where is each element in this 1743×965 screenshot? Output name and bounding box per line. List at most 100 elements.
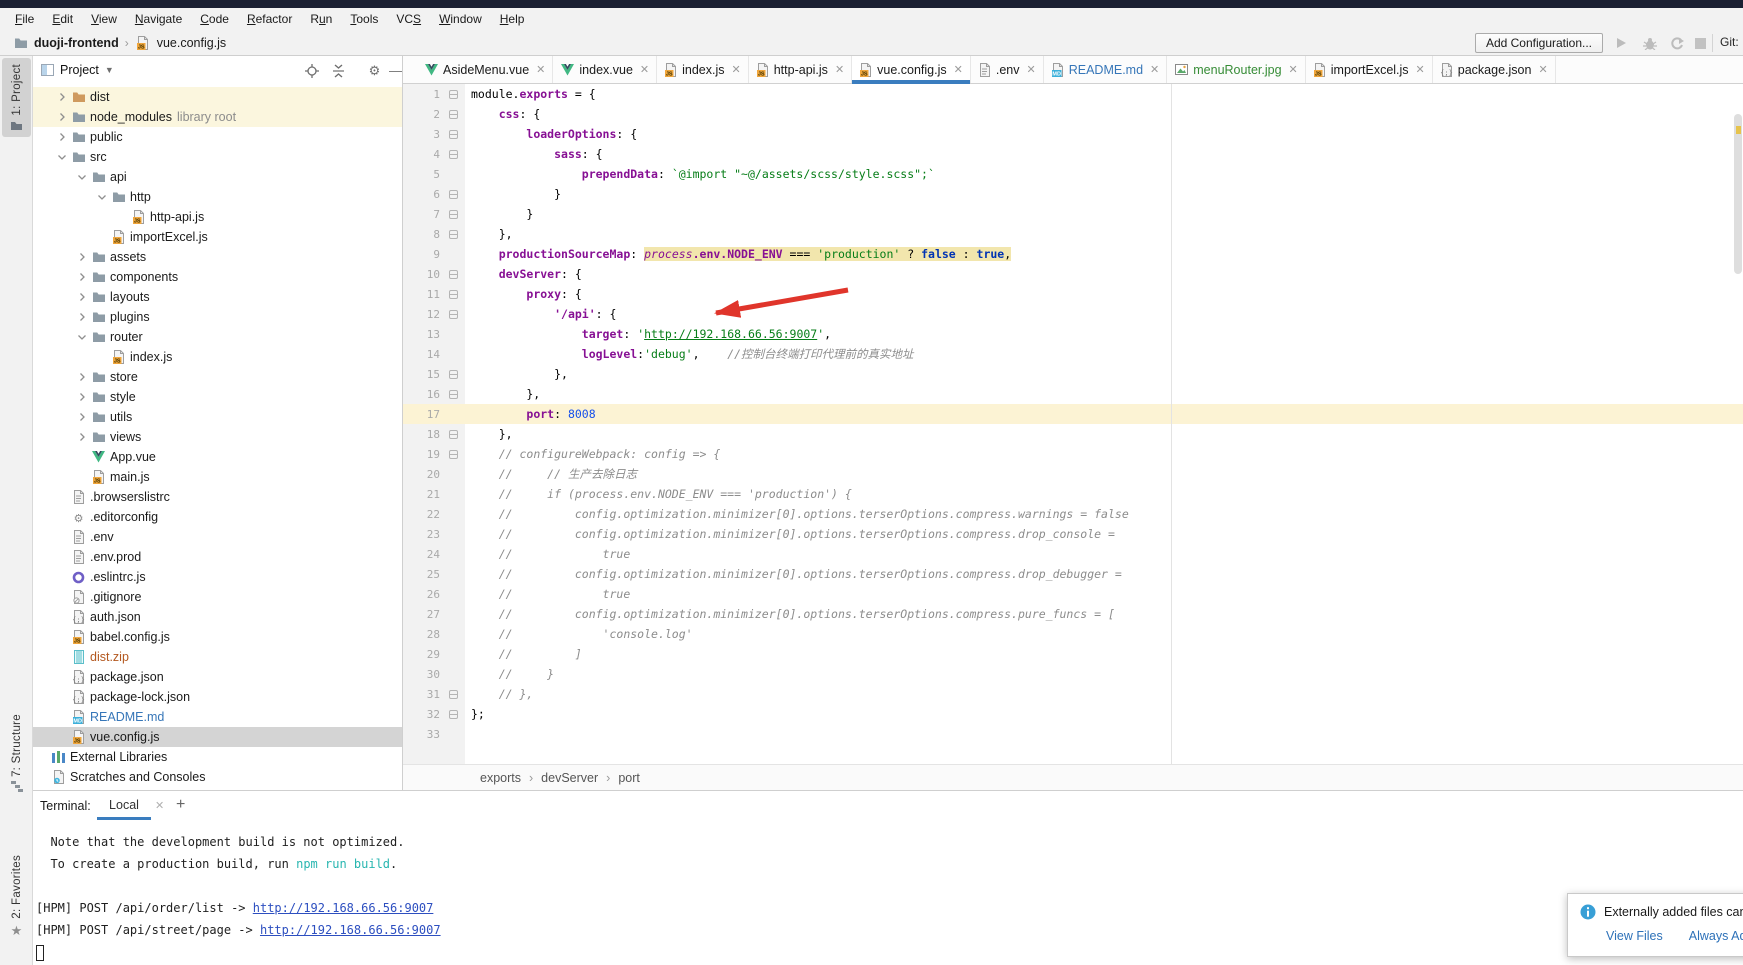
menu-refactor[interactable]: Refactor (238, 10, 301, 28)
tree-item-readme-md[interactable]: MDREADME.md (33, 707, 402, 727)
git-branch-label[interactable]: Git: (1720, 35, 1739, 49)
chevron-right-icon[interactable] (74, 429, 90, 445)
breadcrumb-port[interactable]: port (618, 771, 640, 785)
project-tree[interactable]: distnode_moduleslibrary rootpublicsrcapi… (33, 84, 402, 790)
breadcrumb-project[interactable]: duoji-frontend (34, 36, 119, 50)
close-icon[interactable]: ✕ (1150, 63, 1159, 76)
chevron-down-icon[interactable] (74, 329, 90, 345)
notification-link-view-files[interactable]: View Files (1606, 929, 1663, 943)
breadcrumb-exports[interactable]: exports (480, 771, 521, 785)
chevron-right-icon[interactable] (74, 289, 90, 305)
fold-marker-icon[interactable] (449, 310, 465, 319)
tree-item-app-vue[interactable]: App.vue (33, 447, 402, 467)
tree-item-router[interactable]: router (33, 327, 402, 347)
tree-item-http[interactable]: http (33, 187, 402, 207)
fold-marker-icon[interactable] (449, 190, 465, 199)
chevron-right-icon[interactable] (74, 389, 90, 405)
tree-item--env-prod[interactable]: .env.prod (33, 547, 402, 567)
tree-item-src[interactable]: src (33, 147, 402, 167)
close-icon[interactable]: ✕ (835, 63, 844, 76)
new-terminal-icon[interactable]: + (176, 796, 185, 814)
menu-tools[interactable]: Tools (341, 10, 387, 28)
locate-file-icon[interactable] (303, 62, 320, 79)
tree-item-package-lock-json[interactable]: {;}package-lock.json (33, 687, 402, 707)
chevron-right-icon[interactable] (74, 249, 90, 265)
fold-marker-icon[interactable] (449, 270, 465, 279)
tree-item-scratches-and-consoles[interactable]: Scratches and Consoles (33, 767, 402, 787)
tree-item-public[interactable]: public (33, 127, 402, 147)
tool-stripe-project-button[interactable]: 1: Project (2, 58, 31, 137)
menu-edit[interactable]: Edit (43, 10, 82, 28)
tree-item--browserslistrc[interactable]: .browserslistrc (33, 487, 402, 507)
terminal-url-link[interactable]: http://192.168.66.56:9007 (253, 901, 434, 915)
close-icon[interactable]: ✕ (954, 63, 963, 76)
tab-menurouter-jpg[interactable]: menuRouter.jpg✕ (1167, 56, 1305, 83)
tree-item-node-modules[interactable]: node_moduleslibrary root (33, 107, 402, 127)
tree-item-layouts[interactable]: layouts (33, 287, 402, 307)
menu-vcs[interactable]: VCS (387, 10, 430, 28)
close-icon[interactable]: ✕ (640, 63, 649, 76)
tab-index-js[interactable]: JSindex.js✕ (657, 56, 749, 83)
terminal-url-link[interactable]: http://192.168.66.56:9007 (260, 923, 441, 937)
tree-item-dist-zip[interactable]: dist.zip (33, 647, 402, 667)
fold-marker-icon[interactable] (449, 290, 465, 299)
tree-item-store[interactable]: store (33, 367, 402, 387)
fold-marker-icon[interactable] (449, 130, 465, 139)
tree-item-plugins[interactable]: plugins (33, 307, 402, 327)
fold-marker-icon[interactable] (449, 230, 465, 239)
close-icon[interactable]: ✕ (155, 799, 164, 812)
close-icon[interactable]: ✕ (1289, 63, 1298, 76)
fold-marker-icon[interactable] (449, 690, 465, 699)
tree-item-http-api-js[interactable]: JShttp-api.js (33, 207, 402, 227)
terminal-output[interactable]: Note that the development build is not o… (33, 821, 1743, 965)
editor-scrollbar[interactable] (1734, 114, 1742, 274)
close-icon[interactable]: ✕ (1027, 63, 1036, 76)
tab-http-api-js[interactable]: JShttp-api.js✕ (749, 56, 852, 83)
chevron-right-icon[interactable] (74, 269, 90, 285)
chevron-right-icon[interactable] (54, 109, 70, 125)
tree-item--editorconfig[interactable]: ⚙.editorconfig (33, 507, 402, 527)
tree-item-api[interactable]: api (33, 167, 402, 187)
menu-help[interactable]: Help (491, 10, 534, 28)
notification-link-always-add[interactable]: Always Add (1689, 929, 1743, 943)
fold-marker-icon[interactable] (449, 110, 465, 119)
menu-code[interactable]: Code (191, 10, 238, 28)
fold-marker-icon[interactable] (449, 710, 465, 719)
add-configuration-button[interactable]: Add Configuration... (1475, 33, 1603, 53)
tab-vue-config-js[interactable]: JSvue.config.js✕ (852, 56, 971, 83)
tab-package-json[interactable]: {;}package.json✕ (1433, 56, 1556, 83)
tab-index-vue[interactable]: index.vue✕ (553, 56, 657, 83)
terminal-tab-local[interactable]: Local (97, 791, 151, 820)
tree-item-views[interactable]: views (33, 427, 402, 447)
menu-window[interactable]: Window (430, 10, 491, 28)
run-icon[interactable] (1612, 34, 1630, 52)
tab-importexcel-js[interactable]: JSimportExcel.js✕ (1306, 56, 1433, 83)
chevron-down-icon[interactable] (74, 169, 90, 185)
close-icon[interactable]: ✕ (536, 63, 545, 76)
panel-settings-gear-icon[interactable]: ⚙ (366, 62, 383, 79)
stop-icon[interactable] (1691, 34, 1709, 52)
chevron-down-icon[interactable]: ▼ (105, 65, 114, 75)
tree-item--gitignore[interactable]: .gitignore (33, 587, 402, 607)
breadcrumb-file[interactable]: vue.config.js (157, 36, 226, 50)
close-icon[interactable]: ✕ (732, 63, 741, 76)
tab-readme-md[interactable]: MDREADME.md✕ (1044, 56, 1168, 83)
chevron-down-icon[interactable] (94, 189, 110, 205)
chevron-right-icon[interactable] (74, 409, 90, 425)
tree-item-importexcel-js[interactable]: JSimportExcel.js (33, 227, 402, 247)
tree-item-index-js[interactable]: JSindex.js (33, 347, 402, 367)
tree-item--env[interactable]: .env (33, 527, 402, 547)
hide-panel-icon[interactable]: — (387, 62, 404, 79)
tree-item-style[interactable]: style (33, 387, 402, 407)
tool-stripe-favorites-button[interactable]: 2: Favorites ★ (2, 849, 31, 945)
close-icon[interactable]: ✕ (1416, 63, 1425, 76)
tree-item-main-js[interactable]: JSmain.js (33, 467, 402, 487)
chevron-right-icon[interactable] (74, 309, 90, 325)
tree-item-babel-config-js[interactable]: JSbabel.config.js (33, 627, 402, 647)
fold-marker-icon[interactable] (449, 450, 465, 459)
chevron-right-icon[interactable] (54, 89, 70, 105)
fold-marker-icon[interactable] (449, 90, 465, 99)
tree-item-package-json[interactable]: {;}package.json (33, 667, 402, 687)
tree-item-components[interactable]: components (33, 267, 402, 287)
chevron-right-icon[interactable] (74, 369, 90, 385)
